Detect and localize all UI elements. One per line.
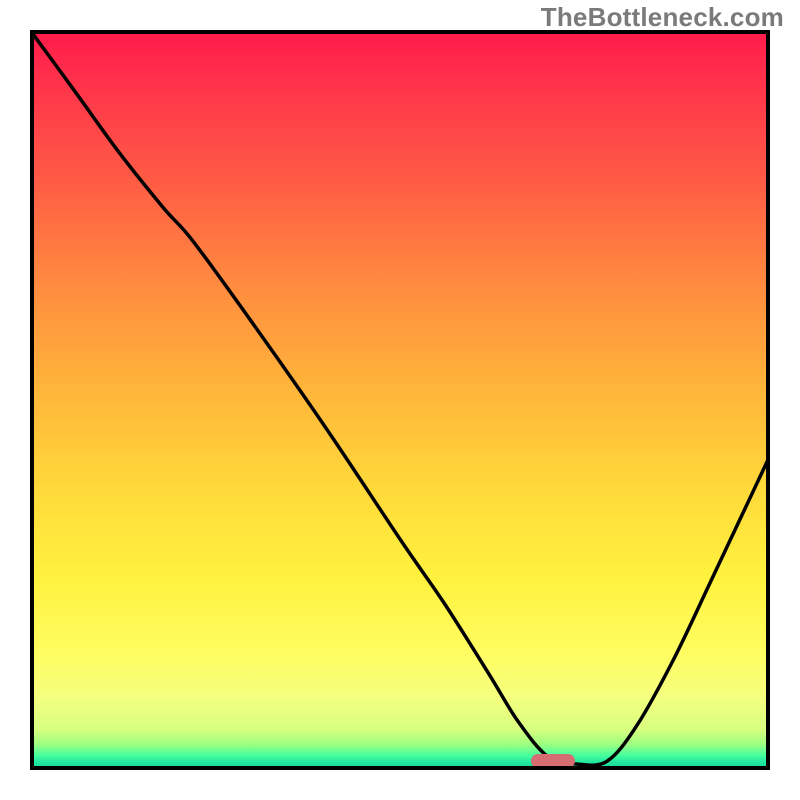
curve-line [30,30,770,765]
curve-svg [30,30,770,770]
chart-frame: TheBottleneck.com [0,0,800,800]
watermark-text: TheBottleneck.com [541,2,784,33]
highlight-marker [531,754,575,768]
